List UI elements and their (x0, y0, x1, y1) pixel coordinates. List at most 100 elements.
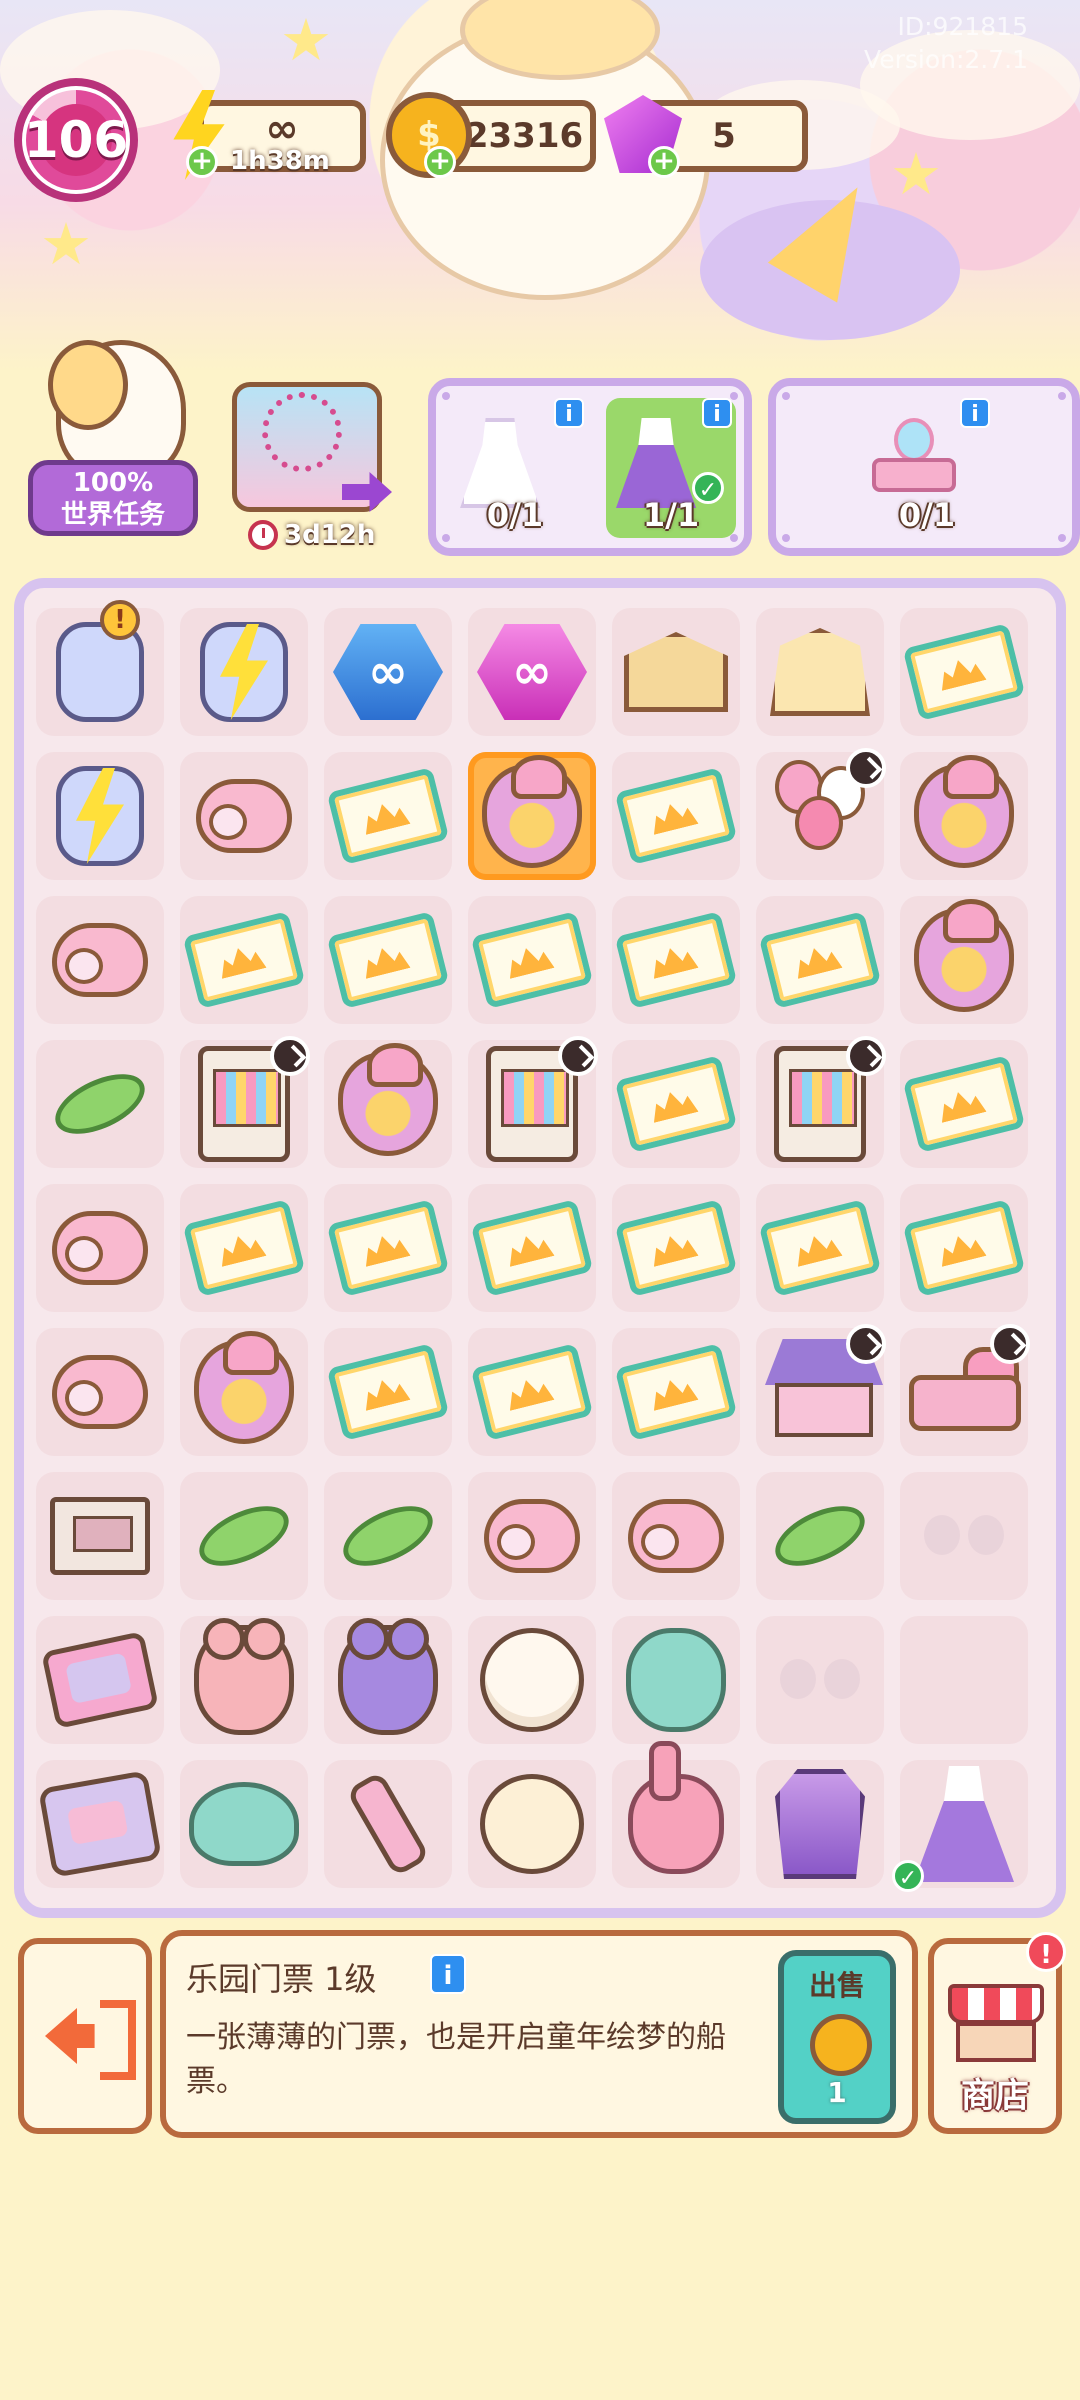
board-item[interactable] (189, 761, 299, 871)
board-item[interactable] (765, 617, 875, 727)
board-item[interactable] (909, 899, 1019, 1015)
park-event-button[interactable]: 3d12h (222, 372, 392, 550)
board-item[interactable] (189, 1618, 299, 1735)
board-cell[interactable] (172, 1320, 316, 1464)
board-cell[interactable] (748, 744, 892, 888)
board-cell[interactable] (172, 744, 316, 888)
board-item[interactable] (45, 1049, 155, 1159)
board-cell[interactable]: ∞ (316, 600, 460, 744)
shop-button[interactable]: 商店 ! (928, 1932, 1066, 2134)
board-cell[interactable] (460, 1608, 604, 1752)
board-cell[interactable] (172, 600, 316, 744)
board-cell[interactable] (604, 888, 748, 1032)
board-cell[interactable] (172, 1176, 316, 1320)
board-cell[interactable] (604, 1741, 748, 1896)
exit-button[interactable] (18, 1938, 152, 2134)
board-cell[interactable] (172, 888, 316, 1032)
board-cell[interactable] (316, 744, 460, 888)
board-cell[interactable] (604, 1176, 748, 1320)
board-item[interactable] (621, 1741, 731, 1879)
board-item[interactable] (326, 1193, 450, 1303)
board-item[interactable] (189, 1331, 299, 1447)
board-cell[interactable] (892, 600, 1036, 744)
add-energy-button[interactable]: + (186, 146, 218, 178)
board-cell[interactable] (604, 1320, 748, 1464)
board-item[interactable] (45, 905, 155, 1015)
board-item[interactable] (902, 1049, 1026, 1159)
board-item[interactable] (765, 1481, 875, 1591)
board-cell[interactable] (316, 1608, 460, 1752)
board-item[interactable] (909, 755, 1019, 871)
board-item[interactable] (45, 761, 155, 871)
board-cell[interactable] (892, 744, 1036, 888)
board-item[interactable]: ∞ (333, 617, 443, 727)
board-item[interactable] (333, 1769, 443, 1879)
board-cell[interactable] (172, 1608, 316, 1752)
sell-button[interactable]: 出售 1 (778, 1950, 896, 2124)
board-cell[interactable] (604, 1464, 748, 1608)
board-cell[interactable] (604, 600, 748, 744)
board-cell[interactable] (748, 1176, 892, 1320)
board-item[interactable] (758, 905, 882, 1015)
board-cell[interactable] (460, 1320, 604, 1464)
board-cell[interactable] (748, 1032, 892, 1176)
order-item-purple-gown[interactable]: i ✓ 1/1 (606, 398, 736, 538)
board-cell[interactable] (28, 1032, 172, 1176)
board-cell[interactable] (892, 1608, 1036, 1752)
board-item[interactable]: ∞ (477, 617, 587, 727)
board-cell[interactable] (604, 1032, 748, 1176)
board-item[interactable] (614, 1193, 738, 1303)
board-item[interactable] (614, 1337, 738, 1447)
board-cell[interactable]: ✓ (892, 1752, 1036, 1896)
board-item[interactable] (477, 1481, 587, 1591)
order-item-white-dress[interactable]: i 0/1 (450, 398, 584, 538)
board-item[interactable] (614, 905, 738, 1015)
world-task-button[interactable]: 100% 世界任务 (28, 340, 198, 540)
board-item[interactable] (614, 1049, 738, 1159)
board-item[interactable] (765, 1625, 875, 1735)
board-item[interactable] (909, 1766, 1019, 1882)
board-item[interactable] (477, 1769, 587, 1879)
board-item[interactable] (45, 617, 155, 727)
board-item[interactable] (333, 1043, 443, 1159)
board-cell[interactable] (316, 1752, 460, 1896)
info-icon[interactable]: i (554, 398, 584, 428)
board-item[interactable] (326, 761, 450, 871)
board-cell[interactable] (892, 1176, 1036, 1320)
board-item[interactable] (45, 1193, 155, 1303)
board-cell[interactable] (748, 600, 892, 744)
order-panel-2[interactable]: i 0/1 (768, 378, 1080, 556)
board-cell[interactable] (316, 1320, 460, 1464)
board-cell[interactable] (460, 1176, 604, 1320)
board-cell[interactable] (28, 1464, 172, 1608)
board-cell[interactable] (460, 1464, 604, 1608)
board-cell[interactable] (748, 1320, 892, 1464)
board-cell[interactable] (748, 1608, 892, 1752)
board-item[interactable] (477, 1625, 587, 1735)
board-item[interactable] (189, 617, 299, 727)
board-item[interactable] (614, 761, 738, 871)
level-badge[interactable]: 106 (14, 78, 138, 202)
board-cell[interactable] (172, 1032, 316, 1176)
board-cell[interactable] (604, 1608, 748, 1752)
board-cell[interactable] (316, 1032, 460, 1176)
board-cell[interactable] (460, 1032, 604, 1176)
board-cell[interactable] (28, 1608, 172, 1752)
board-item[interactable] (189, 1769, 299, 1879)
board-cell[interactable] (892, 1320, 1036, 1464)
board-item[interactable] (189, 1481, 299, 1591)
board-cell[interactable] (892, 1464, 1036, 1608)
board-item[interactable] (621, 617, 731, 727)
board-cell[interactable]: ∞ (460, 600, 604, 744)
add-gems-button[interactable]: + (648, 146, 680, 178)
board-item[interactable] (909, 1481, 1019, 1591)
board-item[interactable] (765, 1769, 875, 1879)
board-item[interactable] (326, 1337, 450, 1447)
board-item[interactable] (758, 1193, 882, 1303)
board-cell[interactable] (28, 1176, 172, 1320)
order-panel-1[interactable]: i 0/1 i ✓ 1/1 (428, 378, 752, 556)
board-cell[interactable] (316, 1176, 460, 1320)
board-item[interactable] (902, 617, 1026, 727)
board-cell[interactable] (316, 888, 460, 1032)
board-item[interactable] (333, 1618, 443, 1735)
